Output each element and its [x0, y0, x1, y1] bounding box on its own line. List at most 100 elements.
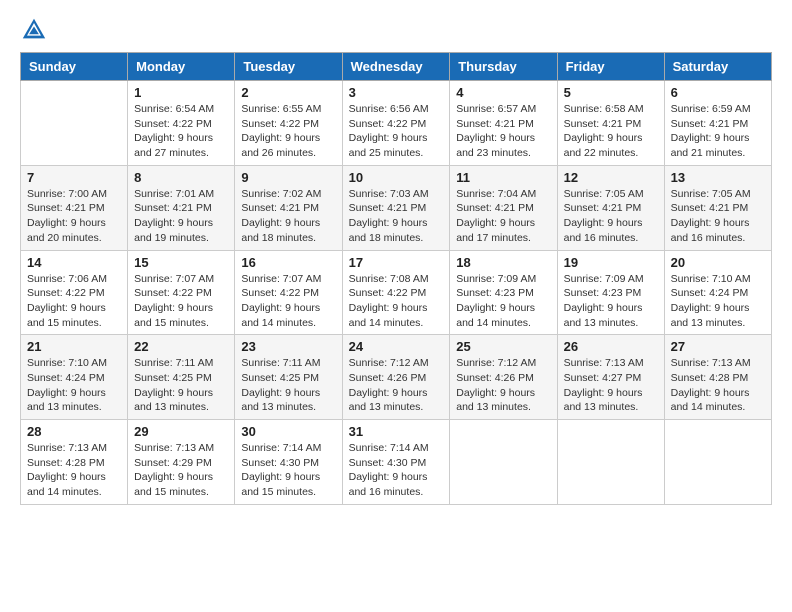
cell-info: Sunrise: 7:12 AM Sunset: 4:26 PM Dayligh… — [456, 356, 550, 415]
calendar-cell: 26 Sunrise: 7:13 AM Sunset: 4:27 PM Dayl… — [557, 335, 664, 420]
calendar-cell: 1 Sunrise: 6:54 AM Sunset: 4:22 PM Dayli… — [128, 81, 235, 166]
cell-info: Sunrise: 7:05 AM Sunset: 4:21 PM Dayligh… — [564, 187, 658, 246]
calendar-cell: 6 Sunrise: 6:59 AM Sunset: 4:21 PM Dayli… — [664, 81, 771, 166]
calendar-cell: 28 Sunrise: 7:13 AM Sunset: 4:28 PM Dayl… — [21, 420, 128, 505]
cell-sunrise: Sunrise: 6:56 AM — [349, 103, 429, 115]
calendar-cell: 9 Sunrise: 7:02 AM Sunset: 4:21 PM Dayli… — [235, 165, 342, 250]
calendar-cell: 17 Sunrise: 7:08 AM Sunset: 4:22 PM Dayl… — [342, 250, 450, 335]
cell-day-number: 31 — [349, 424, 444, 439]
cell-sunrise: Sunrise: 7:08 AM — [349, 273, 429, 285]
cell-sunrise: Sunrise: 7:14 AM — [241, 442, 321, 454]
cell-day-number: 30 — [241, 424, 335, 439]
cell-info: Sunrise: 7:07 AM Sunset: 4:22 PM Dayligh… — [241, 272, 335, 331]
cell-sunrise: Sunrise: 7:13 AM — [671, 357, 751, 369]
cell-info: Sunrise: 7:05 AM Sunset: 4:21 PM Dayligh… — [671, 187, 765, 246]
cell-info: Sunrise: 6:56 AM Sunset: 4:22 PM Dayligh… — [349, 102, 444, 161]
cell-day-number: 15 — [134, 255, 228, 270]
cell-day-number: 3 — [349, 85, 444, 100]
cell-sunrise: Sunrise: 6:57 AM — [456, 103, 536, 115]
calendar-cell: 14 Sunrise: 7:06 AM Sunset: 4:22 PM Dayl… — [21, 250, 128, 335]
cell-day-number: 16 — [241, 255, 335, 270]
cell-daylight: Daylight: 9 hours and 16 minutes. — [671, 217, 750, 244]
cell-day-number: 12 — [564, 170, 658, 185]
cell-info: Sunrise: 7:13 AM Sunset: 4:28 PM Dayligh… — [671, 356, 765, 415]
cell-daylight: Daylight: 9 hours and 19 minutes. — [134, 217, 213, 244]
calendar-cell: 24 Sunrise: 7:12 AM Sunset: 4:26 PM Dayl… — [342, 335, 450, 420]
cell-day-number: 22 — [134, 339, 228, 354]
cell-sunrise: Sunrise: 7:11 AM — [134, 357, 213, 369]
calendar-cell — [664, 420, 771, 505]
day-header-monday: Monday — [128, 53, 235, 81]
cell-daylight: Daylight: 9 hours and 14 minutes. — [349, 302, 428, 329]
calendar-week-row: 7 Sunrise: 7:00 AM Sunset: 4:21 PM Dayli… — [21, 165, 772, 250]
calendar-header-row: SundayMondayTuesdayWednesdayThursdayFrid… — [21, 53, 772, 81]
cell-daylight: Daylight: 9 hours and 14 minutes. — [27, 471, 106, 498]
cell-day-number: 23 — [241, 339, 335, 354]
cell-day-number: 5 — [564, 85, 658, 100]
cell-day-number: 13 — [671, 170, 765, 185]
calendar-cell: 15 Sunrise: 7:07 AM Sunset: 4:22 PM Dayl… — [128, 250, 235, 335]
cell-sunrise: Sunrise: 7:05 AM — [671, 188, 751, 200]
cell-sunrise: Sunrise: 6:58 AM — [564, 103, 644, 115]
calendar-cell: 21 Sunrise: 7:10 AM Sunset: 4:24 PM Dayl… — [21, 335, 128, 420]
cell-info: Sunrise: 7:13 AM Sunset: 4:27 PM Dayligh… — [564, 356, 658, 415]
cell-daylight: Daylight: 9 hours and 13 minutes. — [241, 387, 320, 414]
day-header-wednesday: Wednesday — [342, 53, 450, 81]
calendar-cell: 11 Sunrise: 7:04 AM Sunset: 4:21 PM Dayl… — [450, 165, 557, 250]
cell-sunrise: Sunrise: 7:13 AM — [564, 357, 644, 369]
calendar-cell: 3 Sunrise: 6:56 AM Sunset: 4:22 PM Dayli… — [342, 81, 450, 166]
cell-sunrise: Sunrise: 7:06 AM — [27, 273, 107, 285]
cell-info: Sunrise: 7:07 AM Sunset: 4:22 PM Dayligh… — [134, 272, 228, 331]
cell-daylight: Daylight: 9 hours and 21 minutes. — [671, 132, 750, 159]
cell-day-number: 6 — [671, 85, 765, 100]
cell-sunrise: Sunrise: 6:55 AM — [241, 103, 321, 115]
cell-sunset: Sunset: 4:30 PM — [241, 457, 319, 469]
cell-daylight: Daylight: 9 hours and 16 minutes. — [564, 217, 643, 244]
cell-day-number: 20 — [671, 255, 765, 270]
calendar-cell: 19 Sunrise: 7:09 AM Sunset: 4:23 PM Dayl… — [557, 250, 664, 335]
calendar-cell: 18 Sunrise: 7:09 AM Sunset: 4:23 PM Dayl… — [450, 250, 557, 335]
logo — [20, 16, 52, 44]
cell-sunset: Sunset: 4:21 PM — [564, 202, 642, 214]
cell-info: Sunrise: 7:00 AM Sunset: 4:21 PM Dayligh… — [27, 187, 121, 246]
calendar-week-row: 21 Sunrise: 7:10 AM Sunset: 4:24 PM Dayl… — [21, 335, 772, 420]
calendar-cell: 29 Sunrise: 7:13 AM Sunset: 4:29 PM Dayl… — [128, 420, 235, 505]
calendar-cell: 22 Sunrise: 7:11 AM Sunset: 4:25 PM Dayl… — [128, 335, 235, 420]
day-header-thursday: Thursday — [450, 53, 557, 81]
cell-sunrise: Sunrise: 7:00 AM — [27, 188, 107, 200]
cell-info: Sunrise: 7:06 AM Sunset: 4:22 PM Dayligh… — [27, 272, 121, 331]
cell-daylight: Daylight: 9 hours and 25 minutes. — [349, 132, 428, 159]
cell-info: Sunrise: 7:08 AM Sunset: 4:22 PM Dayligh… — [349, 272, 444, 331]
cell-info: Sunrise: 7:12 AM Sunset: 4:26 PM Dayligh… — [349, 356, 444, 415]
cell-day-number: 8 — [134, 170, 228, 185]
cell-info: Sunrise: 7:14 AM Sunset: 4:30 PM Dayligh… — [349, 441, 444, 500]
cell-sunset: Sunset: 4:22 PM — [134, 287, 212, 299]
cell-sunrise: Sunrise: 7:09 AM — [456, 273, 536, 285]
cell-sunset: Sunset: 4:28 PM — [27, 457, 105, 469]
cell-daylight: Daylight: 9 hours and 13 minutes. — [564, 387, 643, 414]
cell-info: Sunrise: 7:09 AM Sunset: 4:23 PM Dayligh… — [564, 272, 658, 331]
cell-daylight: Daylight: 9 hours and 13 minutes. — [27, 387, 106, 414]
calendar-cell: 7 Sunrise: 7:00 AM Sunset: 4:21 PM Dayli… — [21, 165, 128, 250]
cell-daylight: Daylight: 9 hours and 17 minutes. — [456, 217, 535, 244]
cell-daylight: Daylight: 9 hours and 22 minutes. — [564, 132, 643, 159]
cell-sunset: Sunset: 4:29 PM — [134, 457, 212, 469]
cell-daylight: Daylight: 9 hours and 15 minutes. — [134, 471, 213, 498]
cell-day-number: 26 — [564, 339, 658, 354]
calendar-week-row: 28 Sunrise: 7:13 AM Sunset: 4:28 PM Dayl… — [21, 420, 772, 505]
cell-day-number: 2 — [241, 85, 335, 100]
calendar-cell: 10 Sunrise: 7:03 AM Sunset: 4:21 PM Dayl… — [342, 165, 450, 250]
calendar-cell — [450, 420, 557, 505]
cell-sunrise: Sunrise: 7:12 AM — [456, 357, 536, 369]
cell-sunset: Sunset: 4:21 PM — [671, 118, 749, 130]
cell-info: Sunrise: 7:10 AM Sunset: 4:24 PM Dayligh… — [671, 272, 765, 331]
calendar-cell — [21, 81, 128, 166]
calendar-cell: 4 Sunrise: 6:57 AM Sunset: 4:21 PM Dayli… — [450, 81, 557, 166]
cell-daylight: Daylight: 9 hours and 14 minutes. — [456, 302, 535, 329]
calendar-cell: 20 Sunrise: 7:10 AM Sunset: 4:24 PM Dayl… — [664, 250, 771, 335]
cell-sunrise: Sunrise: 6:54 AM — [134, 103, 214, 115]
cell-sunset: Sunset: 4:25 PM — [241, 372, 319, 384]
cell-sunset: Sunset: 4:22 PM — [134, 118, 212, 130]
cell-sunset: Sunset: 4:30 PM — [349, 457, 427, 469]
cell-sunset: Sunset: 4:25 PM — [134, 372, 212, 384]
